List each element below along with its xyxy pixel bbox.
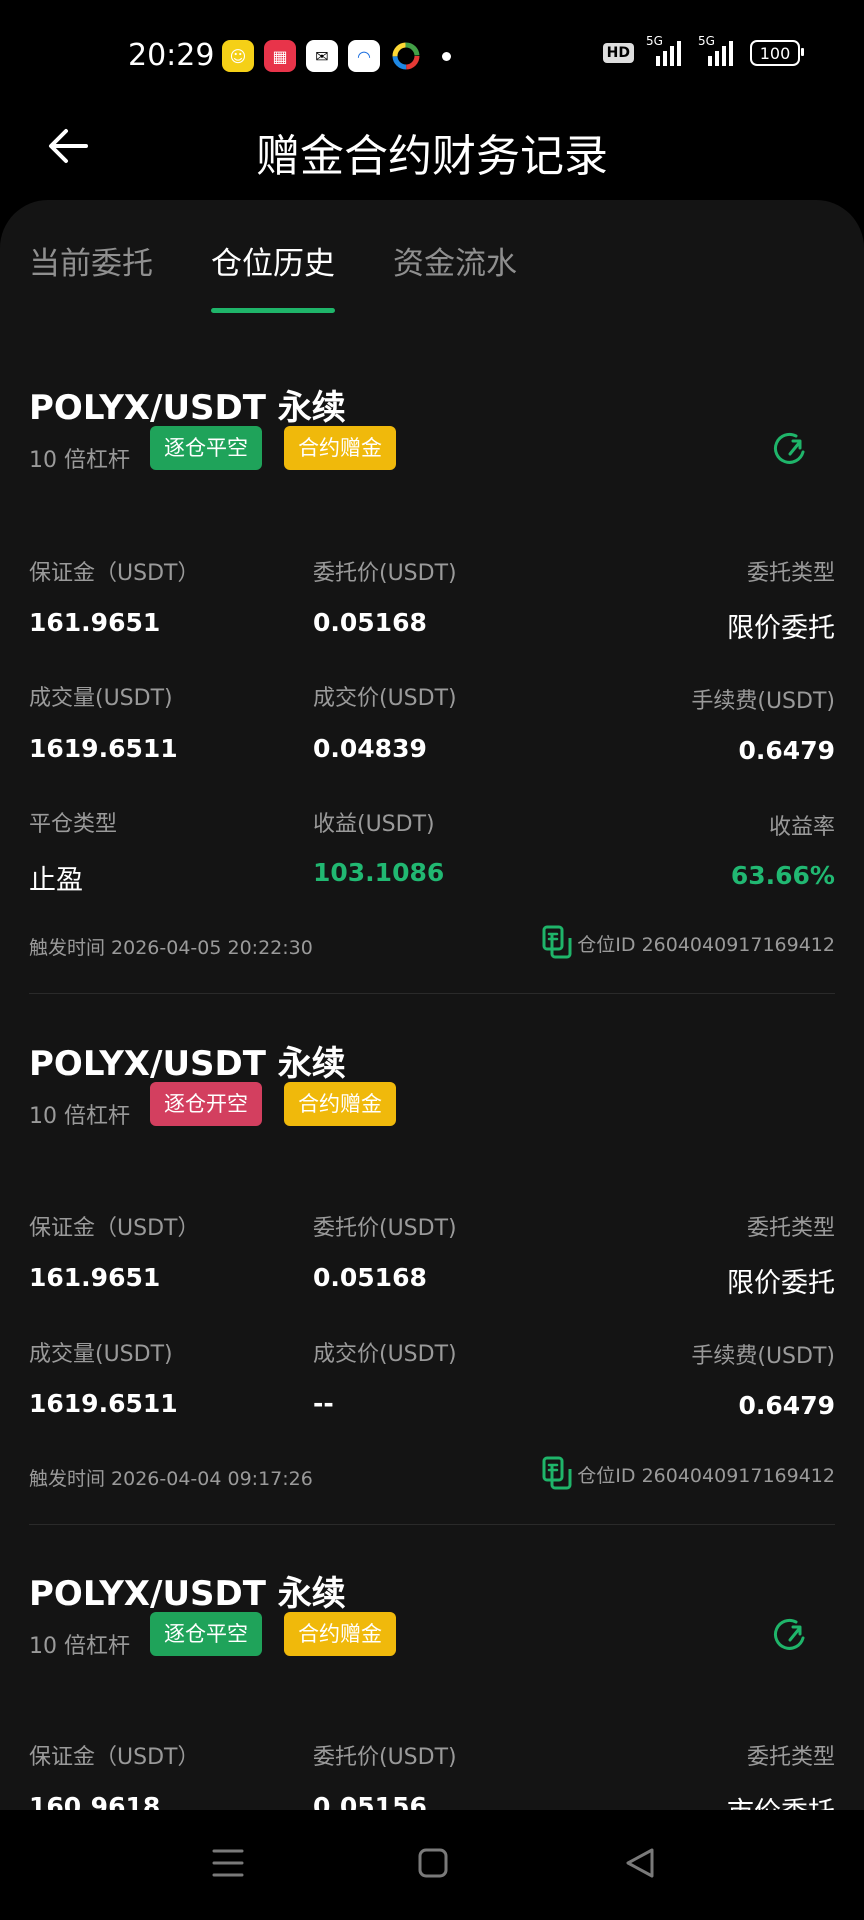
leverage-label: 10 倍杠杆 (29, 1104, 130, 1129)
tab-fund-flow[interactable]: 资金流水 (393, 238, 517, 283)
active-tab-indicator (211, 308, 335, 313)
tab-current-orders[interactable]: 当前委托 (29, 238, 153, 283)
margin-value: 160.9618 (29, 1792, 161, 1810)
side-badge: 逐仓平空 (150, 1612, 262, 1656)
volume-value: 1619.6511 (29, 1389, 178, 1418)
roi-label: 收益率 (768, 815, 835, 840)
order-price-value: 0.05168 (313, 1263, 427, 1292)
status-time: 20:29 (128, 38, 215, 73)
pair-title: POLYX/USDT 永续 (29, 388, 346, 428)
bonus-badge: 合约赠金 (284, 1612, 396, 1656)
tab-bar: 当前委托 仓位历史 资金流水 (0, 200, 864, 320)
mail-icon: ✉ (306, 40, 338, 72)
pair-title: POLYX/USDT 永续 (29, 1044, 346, 1084)
position-id: 仓位ID 2604040917169412 (577, 934, 835, 956)
order-price-value: 0.05168 (313, 608, 427, 637)
copy-icon[interactable] (542, 1456, 572, 1490)
battery-level: 100 (759, 43, 791, 63)
order-price-label: 委托价(USDT) (313, 561, 457, 586)
network-type: 5G (646, 34, 663, 48)
hd-voice-icon: HD (602, 43, 634, 63)
share-icon[interactable] (769, 428, 811, 470)
signal-icon: 5G (646, 34, 686, 66)
margin-label: 保证金（USDT） (29, 1216, 200, 1241)
fee-value: 0.6479 (738, 1391, 835, 1420)
record-divider (29, 993, 835, 994)
position-record: POLYX/USDT 永续 10 倍杠杆 逐仓平空 合约赠金 保证金（USDT）… (29, 380, 835, 1000)
fill-price-label: 成交价(USDT) (313, 686, 457, 711)
order-price-label: 委托价(USDT) (313, 1745, 457, 1770)
trigger-time: 触发时间 2026-04-05 20:22:30 (29, 937, 313, 959)
notification-icons: ☺ ▦ ✉ ◠ (222, 40, 451, 72)
page-title: 赠金合约财务记录 (256, 131, 608, 182)
copy-icon[interactable] (542, 925, 572, 959)
roi-value: 63.66% (730, 861, 835, 890)
close-type-value: 止盈 (29, 865, 83, 896)
fee-value: 0.6479 (738, 736, 835, 765)
app-notification-icon: ☺ (222, 40, 254, 72)
order-price-value: 0.05156 (313, 1792, 427, 1810)
more-notifications-dot (442, 51, 451, 61)
volume-label: 成交量(USDT) (29, 1342, 173, 1367)
app-header: 赠金合约财务记录 (0, 100, 864, 200)
trigger-time: 触发时间 2026-04-04 09:17:26 (29, 1468, 313, 1490)
pnl-label: 收益(USDT) (313, 812, 435, 837)
battery-icon: 100 (750, 40, 804, 66)
system-nav-bar (0, 1810, 864, 1920)
pair-title: POLYX/USDT 永续 (29, 1574, 346, 1614)
record-divider (29, 1524, 835, 1525)
fill-price-value: 0.04839 (313, 734, 427, 763)
content-panel: 当前委托 仓位历史 资金流水 POLYX/USDT 永续 10 倍杠杆 逐仓平空… (0, 200, 864, 1810)
signal-icon: 5G (698, 34, 738, 66)
status-right: HD 5G 5G 100 (602, 34, 804, 66)
close-type-label: 平仓类型 (29, 812, 118, 837)
bonus-badge: 合约赠金 (284, 1082, 396, 1126)
share-icon[interactable] (769, 1614, 811, 1656)
menu-icon[interactable] (212, 1846, 244, 1880)
volume-label: 成交量(USDT) (29, 686, 173, 711)
order-type-label: 委托类型 (746, 1216, 835, 1241)
position-record: POLYX/USDT 永续 10 倍杠杆 逐仓平空 合约赠金 保证金（USDT）… (29, 1566, 835, 1810)
order-type-value: 限价委托 (727, 1268, 835, 1299)
position-record: POLYX/USDT 永续 10 倍杠杆 逐仓开空 合约赠金 保证金（USDT）… (29, 1036, 835, 1556)
tab-position-history[interactable]: 仓位历史 (211, 238, 335, 283)
app-notification-icon: ▦ (264, 40, 296, 72)
status-bar: 20:29 ☺ ▦ ✉ ◠ HD 5G 5G 100 (0, 0, 864, 100)
order-type-value: 市价委托 (727, 1790, 835, 1810)
order-type-value: 限价委托 (727, 613, 835, 644)
leverage-label: 10 倍杠杆 (29, 448, 130, 473)
position-id: 仓位ID 2604040917169412 (577, 1465, 835, 1487)
order-type-label: 委托类型 (746, 561, 835, 586)
order-type-label: 委托类型 (746, 1745, 835, 1770)
fill-price-label: 成交价(USDT) (313, 1342, 457, 1367)
margin-label: 保证金（USDT） (29, 1745, 200, 1770)
home-icon[interactable] (418, 1846, 448, 1880)
side-badge: 逐仓平空 (150, 426, 262, 470)
fee-label: 手续费(USDT) (691, 689, 835, 714)
margin-label: 保证金（USDT） (29, 561, 200, 586)
fill-price-value: -- (313, 1389, 334, 1418)
volume-value: 1619.6511 (29, 734, 178, 763)
leverage-label: 10 倍杠杆 (29, 1634, 130, 1659)
app-notification-icon (390, 40, 422, 72)
side-badge: 逐仓开空 (150, 1082, 262, 1126)
network-type: 5G (698, 34, 715, 48)
order-price-label: 委托价(USDT) (313, 1216, 457, 1241)
bonus-badge: 合约赠金 (284, 426, 396, 470)
margin-value: 161.9651 (29, 608, 161, 637)
fee-label: 手续费(USDT) (691, 1344, 835, 1369)
pnl-value: 103.1086 (313, 858, 445, 887)
back-nav-icon[interactable] (624, 1846, 656, 1880)
margin-value: 161.9651 (29, 1263, 161, 1292)
app-notification-icon: ◠ (348, 40, 380, 72)
